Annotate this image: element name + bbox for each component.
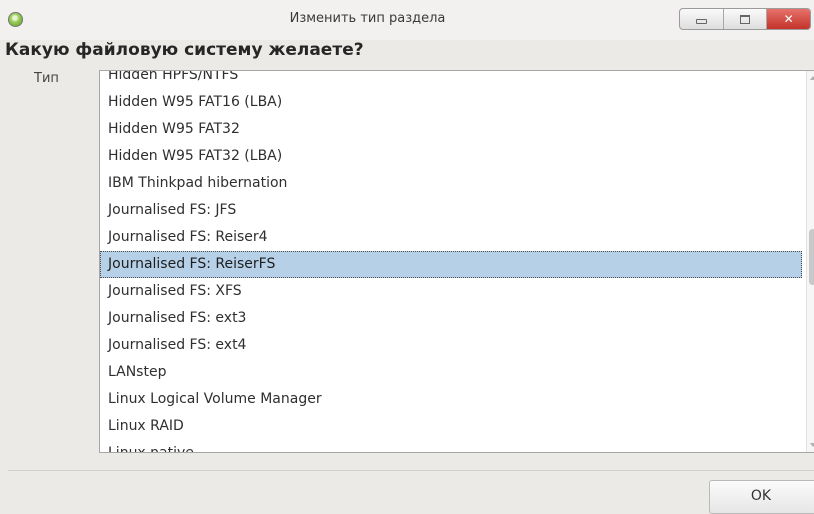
list-item[interactable]: Linux RAID <box>100 413 802 440</box>
window-controls: ✕ <box>679 8 811 30</box>
filesystem-type-list[interactable]: Hidden HPFS/NTFS Hidden W95 FAT16 (LBA) Hi… <box>99 70 814 453</box>
list-item[interactable]: IBM Thinkpad hibernation <box>100 170 802 197</box>
list-item[interactable]: Hidden W95 FAT16 (LBA) <box>100 89 802 116</box>
list-item[interactable]: Linux Logical Volume Manager <box>100 386 802 413</box>
list-item[interactable]: Linux native <box>100 440 802 452</box>
list-item[interactable]: LANstep <box>100 359 802 386</box>
list-item[interactable]: Journalised FS: ext4 <box>100 332 802 359</box>
list-items: Hidden HPFS/NTFS Hidden W95 FAT16 (LBA) Hi… <box>100 71 802 452</box>
maximize-button[interactable] <box>724 9 768 29</box>
title-bar[interactable]: Изменить тип раздела ✕ <box>0 0 814 40</box>
list-item-selected[interactable]: Journalised FS: ReiserFS <box>100 251 802 278</box>
dialog-heading: Какую файловую систему желаете? <box>5 40 364 60</box>
list-item[interactable]: Hidden W95 FAT32 (LBA) <box>100 143 802 170</box>
list-item[interactable]: Hidden HPFS/NTFS <box>100 71 802 89</box>
list-item[interactable]: Hidden W95 FAT32 <box>100 116 802 143</box>
list-item[interactable]: Journalised FS: Reiser4 <box>100 224 802 251</box>
scroll-down-icon[interactable] <box>810 443 814 447</box>
ok-button[interactable]: OK <box>709 480 814 514</box>
separator <box>8 470 814 471</box>
close-button[interactable]: ✕ <box>767 9 810 29</box>
scrollbar-thumb[interactable] <box>809 229 814 285</box>
window-title: Изменить тип раздела <box>289 11 446 26</box>
type-label: Тип <box>34 71 59 86</box>
scroll-up-icon[interactable] <box>810 76 814 80</box>
list-item[interactable]: Journalised FS: XFS <box>100 278 802 305</box>
vertical-scrollbar[interactable] <box>806 71 814 452</box>
list-item[interactable]: Journalised FS: JFS <box>100 197 802 224</box>
minimize-button[interactable] <box>680 9 724 29</box>
list-item[interactable]: Journalised FS: ext3 <box>100 305 802 332</box>
